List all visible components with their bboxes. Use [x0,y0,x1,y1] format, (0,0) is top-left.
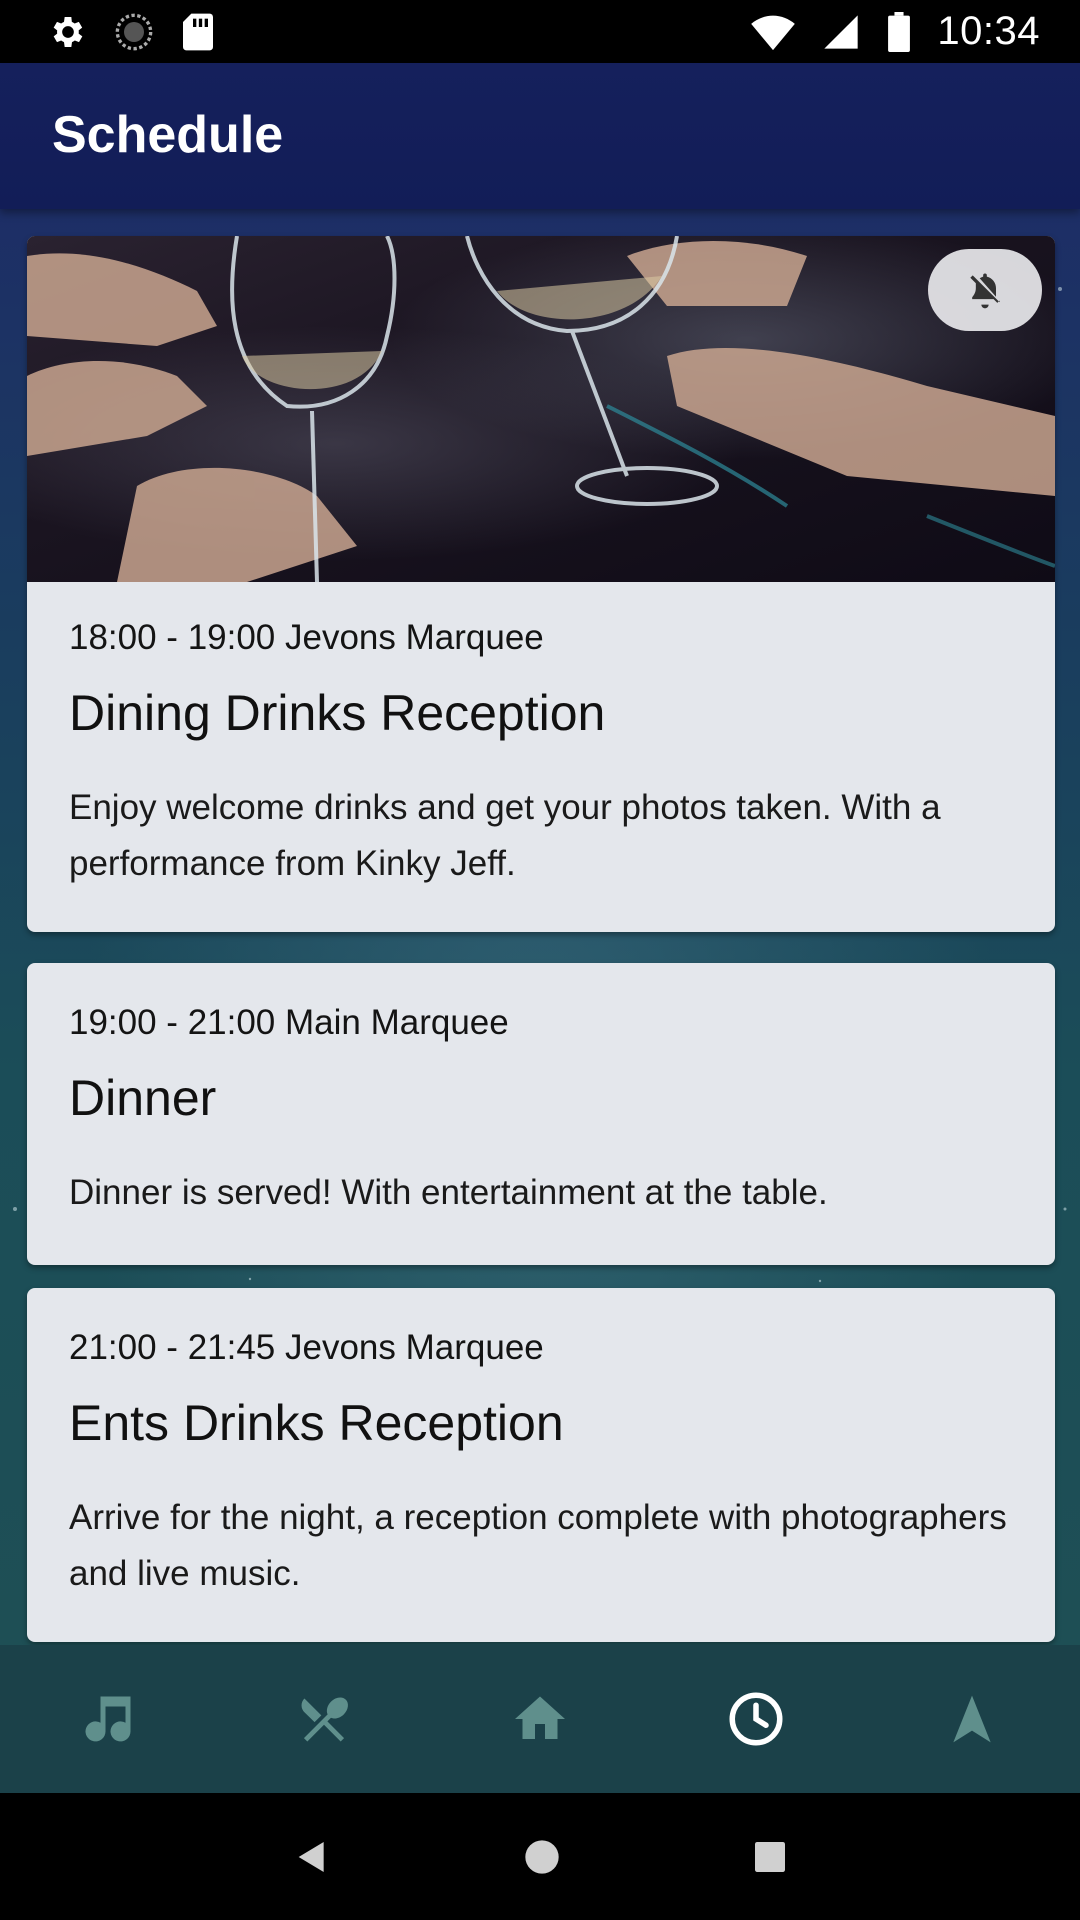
event-time-location: 21:00 - 21:45 Jevons Marquee [69,1328,544,1367]
nav-directions[interactable] [912,1659,1032,1779]
event-description: Enjoy welcome drinks and get your photos… [69,788,941,883]
nav-schedule[interactable] [696,1659,816,1779]
event-card[interactable]: 19:00 - 21:00 Main Marquee Dinner Dinner… [27,963,1055,1265]
event-image [27,236,1055,582]
mute-notification-button[interactable] [928,249,1042,331]
event-card[interactable]: 18:00 - 19:00 Jevons Marquee Dining Drin… [27,236,1055,932]
home-circle-icon[interactable] [522,1837,562,1877]
wifi-icon [751,15,796,50]
event-description: Dinner is served! With entertainment at … [69,1173,828,1212]
music-note-icon [85,1696,131,1742]
event-time-location: 18:00 - 19:00 Jevons Marquee [69,618,544,657]
event-time-location: 19:00 - 21:00 Main Marquee [69,1003,509,1042]
page-title: Schedule [52,106,284,164]
back-icon[interactable] [292,1837,332,1877]
event-card[interactable]: 21:00 - 21:45 Jevons Marquee Ents Drinks… [27,1288,1055,1642]
app-bar: Schedule [0,63,1080,209]
recents-icon[interactable] [752,1839,788,1875]
settings-icon [53,16,83,47]
status-right: 10:34 [751,9,1040,54]
nav-music[interactable] [48,1659,168,1779]
event-title: Ents Drinks Reception [69,1395,564,1451]
event-description: Arrive for the night, a reception comple… [69,1498,1007,1593]
schedule-list[interactable]: 18:00 - 19:00 Jevons Marquee Dining Drin… [0,209,1080,1645]
event-title: Dining Drinks Reception [69,685,606,741]
event-body: 21:00 - 21:45 Jevons Marquee Ents Drinks… [27,1288,1055,1642]
event-body: 19:00 - 21:00 Main Marquee Dinner Dinner… [27,963,1055,1265]
event-title: Dinner [69,1070,217,1126]
sd-card-icon [183,13,213,50]
system-navigation-bar [0,1793,1080,1920]
home-icon [515,1696,565,1739]
signal-icon [824,14,859,49]
notifications-off-icon [970,273,1000,309]
bottom-navigation [0,1645,1080,1793]
nav-food[interactable] [264,1659,384,1779]
champagne-toast-photo [27,236,1055,582]
status-bar: 10:34 [0,0,1080,63]
status-left [48,12,216,52]
battery-icon [888,11,911,52]
navigation-arrow-icon [953,1695,991,1743]
clock-time: 10:34 [937,9,1040,53]
nav-home[interactable] [480,1659,600,1779]
event-body: 18:00 - 19:00 Jevons Marquee Dining Drin… [27,582,1055,932]
cutlery-icon [301,1697,348,1742]
sync-icon [115,13,153,50]
clock-icon [729,1692,783,1746]
